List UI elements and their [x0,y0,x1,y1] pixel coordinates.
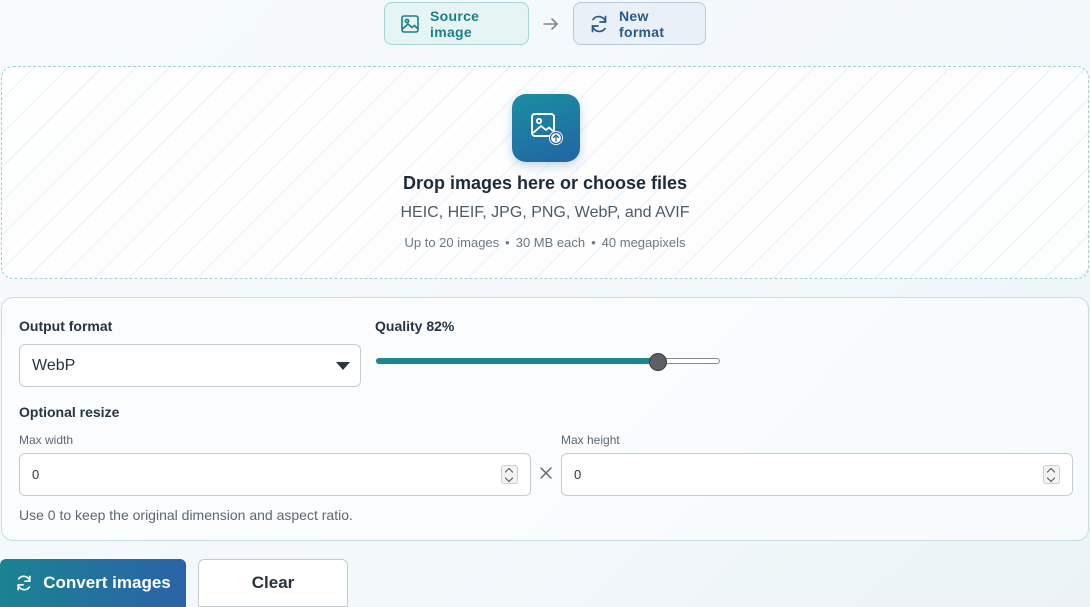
times-icon [540,467,552,479]
quality-label: Quality 82% [375,318,455,334]
slider-fill [376,358,658,364]
step-source-image: Source image [384,2,529,45]
optional-resize-label: Optional resize [19,404,120,420]
max-height-label: Max height [561,433,620,447]
chevron-down-icon [336,362,350,370]
max-width-input[interactable]: 0 [19,453,531,496]
output-format-label: Output format [19,318,113,334]
step-source-label: Source image [430,7,480,40]
arrow-right-icon [529,17,573,31]
refresh-icon [591,15,607,32]
stepper-icon[interactable] [1043,465,1060,484]
output-format-select[interactable]: WebP [19,344,361,387]
clear-label: Clear [251,573,295,592]
limit-pixels: 40 megapixels [601,235,686,250]
quality-slider[interactable] [376,353,720,371]
stepper-icon[interactable] [501,465,518,484]
dropzone-title: Drop images here or choose files [402,173,688,193]
image-icon [401,14,419,33]
slider-thumb[interactable] [649,353,667,371]
step-target-label: New format [619,7,665,40]
dropzone-limits: Up to 20 images • 30 MB each • 40 megapixels [404,235,686,250]
max-height-input[interactable]: 0 [561,453,1073,496]
step-new-format: New format [573,2,706,45]
file-dropzone[interactable]: Drop images here or choose files HEIC, H… [1,66,1089,279]
limit-size: 30 MB each [515,235,586,250]
output-format-value: WebP [32,356,76,374]
conversion-steps: Source image New format [0,2,1090,45]
limit-count: Up to 20 images [404,235,500,250]
max-width-value: 0 [32,467,40,482]
resize-hint: Use 0 to keep the original dimension and… [19,507,353,523]
dropzone-formats: HEIC, HEIF, JPG, PNG, WebP, and AVIF [400,204,690,221]
clear-button[interactable]: Clear [198,559,348,607]
convert-images-button[interactable]: Convert images [0,559,186,607]
settings-panel: Output format WebP Quality 82% Optional … [1,297,1089,541]
max-width-label: Max width [19,433,74,447]
convert-label: Convert images [43,573,171,592]
image-upload-icon [512,94,580,162]
refresh-icon [17,575,31,591]
max-height-value: 0 [574,467,582,482]
